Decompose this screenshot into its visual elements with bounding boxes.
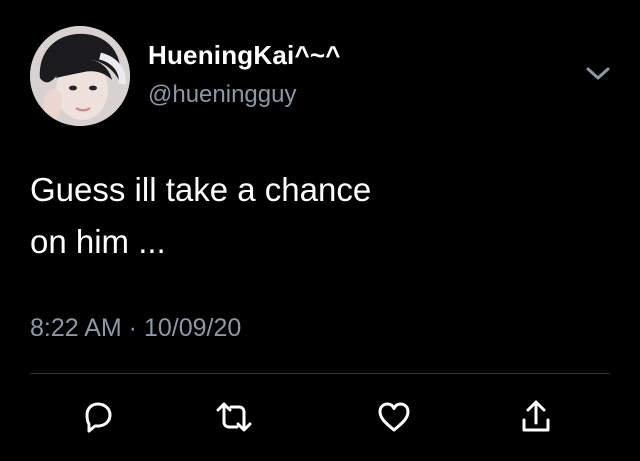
chevron-down-icon[interactable] (583, 62, 613, 84)
user-handle[interactable]: @hueningguy (148, 81, 296, 109)
tweet-text: Guess ill take a chance on him ... (30, 164, 590, 268)
divider (30, 373, 610, 374)
tweet-timestamp[interactable]: 8:22 AM · 10/09/20 (30, 314, 241, 343)
tweet-text-line: on him ... (30, 223, 166, 260)
share-icon[interactable] (515, 396, 557, 438)
tweet-text-line: Guess ill take a chance (30, 171, 372, 208)
avatar[interactable] (30, 26, 130, 126)
reply-icon[interactable] (77, 396, 119, 438)
tweet-card: HueningKai^~^ @hueningguy Guess ill take… (0, 0, 640, 461)
heart-icon[interactable] (373, 396, 415, 438)
avatar-image (30, 26, 130, 126)
retweet-icon[interactable] (213, 396, 255, 438)
display-name[interactable]: HueningKai^~^ (148, 40, 341, 71)
